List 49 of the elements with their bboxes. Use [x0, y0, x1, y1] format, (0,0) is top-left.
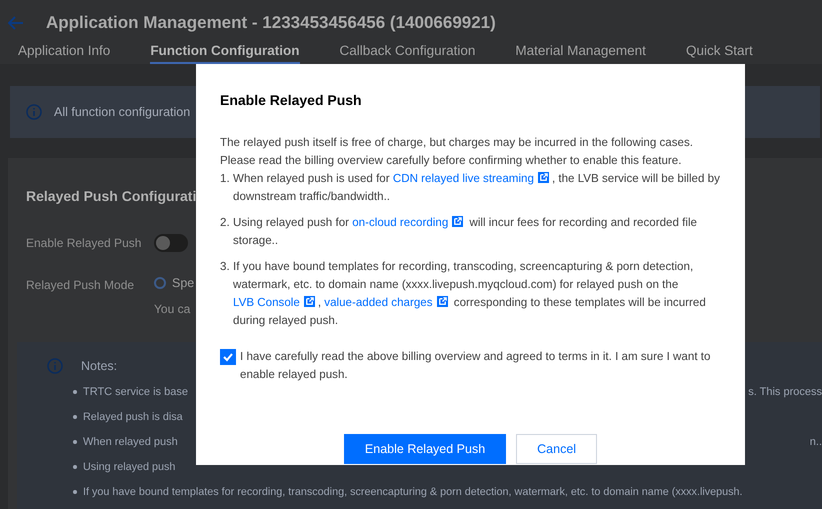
- toggle-switch[interactable]: [154, 234, 188, 252]
- external-link-icon: [304, 296, 315, 307]
- notes-title: Notes:: [81, 359, 118, 373]
- agreement-text: I have carefully read the above billing overview and agreed to terms in it. I am sure I want to enable relayed push.: [240, 349, 712, 383]
- external-link-icon: [452, 216, 464, 227]
- list-number: 1.: [220, 171, 230, 187]
- tab[interactable]: Material Management: [515, 40, 646, 64]
- dialog-title: Enable Relayed Push: [220, 92, 363, 108]
- note-text: If you have bound templates for recording, transcoding, screencapturing & porn detection, watermark, etc. to domain name (xxxx.livepush.: [83, 486, 743, 498]
- bullet-icon: [73, 390, 77, 394]
- external-link-icon: [436, 296, 448, 307]
- agree-checkbox[interactable]: [220, 349, 236, 365]
- bullet-icon: [73, 415, 77, 419]
- list-number: 2.: [220, 215, 230, 231]
- info-icon: [26, 104, 42, 120]
- note-text: TRTC service is base: [83, 386, 188, 398]
- info-text: All function configuration: [54, 105, 190, 119]
- billing-item-text: If you have bound templates for recording, transcoding, screencapturing & porn detection, watermark, etc. to domain name (xxxx.livepush.myqcloud.com) for relayed push on the LVB Console , value-added charges corresponding to these templates will be incurred during relayed push.: [233, 259, 707, 329]
- bullet-icon: [73, 440, 77, 444]
- link[interactable]: on-cloud recording: [352, 216, 466, 229]
- note-text: n..: [810, 436, 822, 448]
- tab[interactable]: Quick Start: [686, 40, 753, 64]
- bullet-icon: [73, 465, 77, 469]
- intro-text: The relayed push itself is free of charge, but charges may be incurred in the following cases. Please read the billing overview carefully before confirming whether to enable this feature.: [220, 135, 694, 169]
- note-text: s. This process: [748, 386, 822, 398]
- billing-item-text: Using relayed push for on-cloud recording will incur fees for recording and recorded file storage..: [233, 215, 698, 249]
- external-link-icon: [538, 172, 549, 183]
- enable-button[interactable]: Enable Relayed Push: [344, 434, 506, 464]
- link[interactable]: CDN relayed live streaming: [392, 172, 552, 185]
- radio-label: Spe: [172, 276, 194, 290]
- bullet-icon: [73, 490, 77, 494]
- card-title: Relayed Push Configurati: [26, 188, 196, 204]
- checkmark-icon: [222, 351, 234, 363]
- billing-item-text: When relayed push is used for CDN relayed live streaming , the LVB service will be billed by downstream traffic/bandwidth..: [233, 171, 721, 205]
- field-label: Enable Relayed Push: [26, 235, 142, 250]
- page-title: Application Management - 1233453456456 (1400669921): [46, 13, 496, 33]
- tab[interactable]: Application Info: [18, 40, 110, 64]
- tab[interactable]: Callback Configuration: [340, 40, 476, 64]
- hint-text: You ca: [154, 302, 192, 316]
- note-text: When relayed push: [83, 436, 178, 448]
- note-text: Relayed push is disa: [83, 411, 183, 423]
- cancel-button[interactable]: Cancel: [516, 434, 598, 464]
- note-text: Using relayed push: [83, 461, 176, 473]
- link[interactable]: LVB Console: [233, 296, 318, 309]
- list-number: 3.: [220, 259, 230, 275]
- link[interactable]: value-added charges: [324, 296, 451, 309]
- radio-button[interactable]: [154, 277, 166, 289]
- info-icon: [47, 358, 63, 374]
- field-label: Relayed Push Mode: [26, 277, 136, 292]
